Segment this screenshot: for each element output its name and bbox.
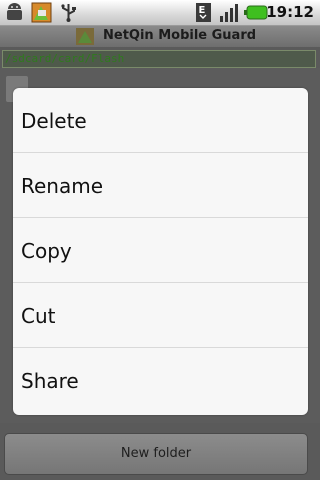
menu-item-rename[interactable]: Rename	[13, 153, 308, 218]
status-bar: E 19:12	[0, 0, 320, 26]
svg-text:E: E	[199, 5, 206, 16]
menu-item-label: Delete	[21, 109, 87, 133]
menu-item-cut[interactable]: Cut	[13, 283, 308, 348]
menu-item-delete[interactable]: Delete	[13, 88, 308, 153]
menu-item-label: Rename	[21, 174, 104, 198]
battery-icon	[244, 5, 268, 20]
menu-item-copy[interactable]: Copy	[13, 218, 308, 283]
current-path: /sdcard/card/Flash	[5, 52, 125, 65]
new-folder-button[interactable]: New folder	[4, 433, 308, 475]
context-menu: Delete Rename Copy Cut Share	[13, 88, 308, 415]
menu-item-label: Share	[21, 369, 79, 393]
status-time: 19:12	[266, 3, 314, 21]
app-title-bar: NetQin Mobile Guard	[0, 26, 320, 47]
android-debug-icon	[7, 3, 22, 20]
signal-icon	[220, 4, 238, 22]
menu-item-label: Copy	[21, 239, 72, 263]
menu-item-share[interactable]: Share	[13, 348, 308, 413]
netqin-logo-icon	[76, 28, 94, 45]
app-title: NetQin Mobile Guard	[103, 28, 257, 43]
edge-data-icon: E	[196, 3, 211, 22]
menu-item-label: Cut	[21, 304, 56, 328]
app-notification-icon	[31, 2, 52, 23]
path-bar: /sdcard/card/Flash	[2, 50, 316, 68]
usb-icon	[61, 4, 76, 22]
